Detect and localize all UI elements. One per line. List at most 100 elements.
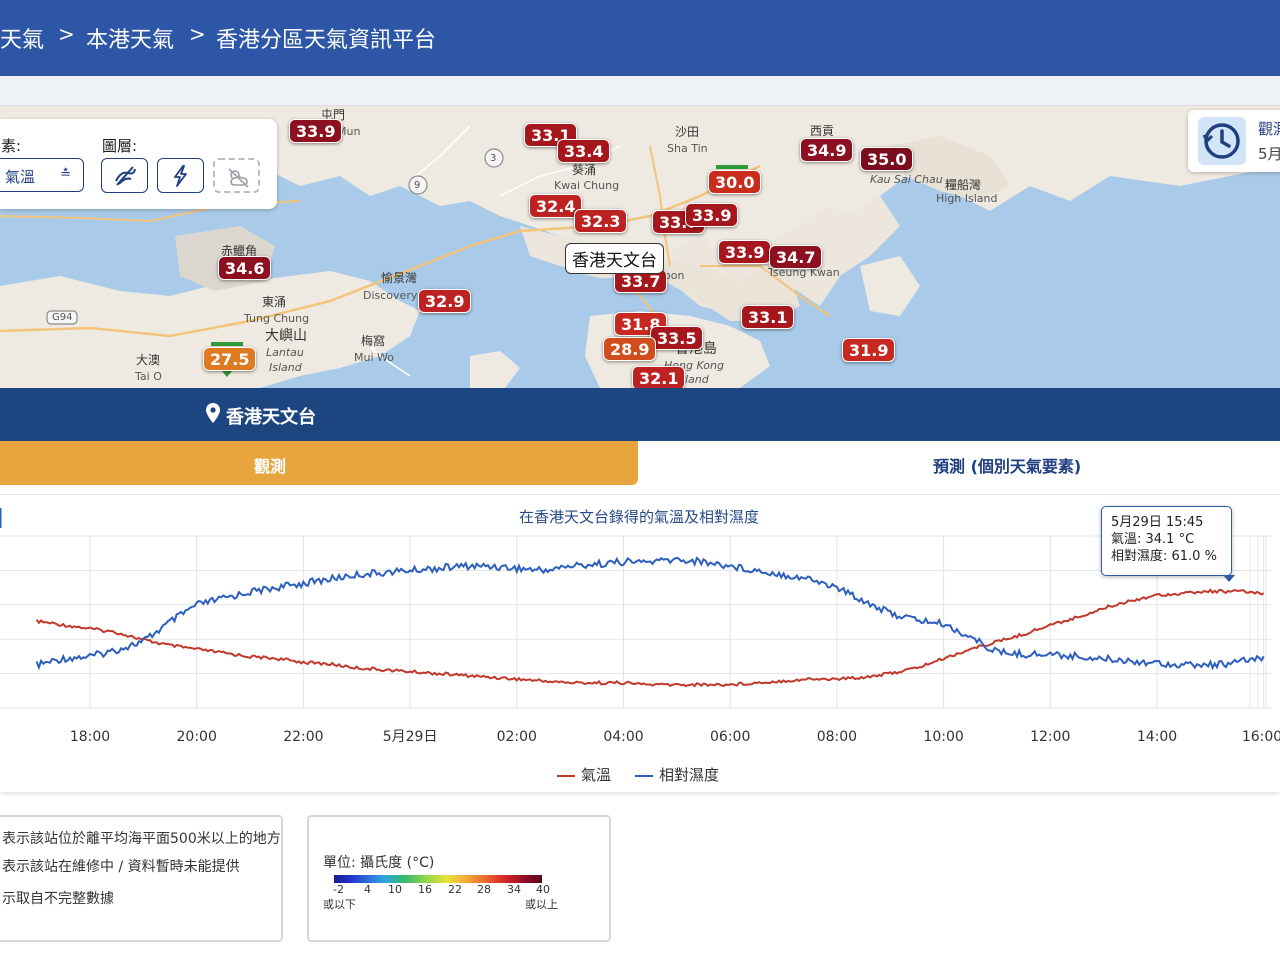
tab-forecast[interactable]: 預測 (個別天氣要素) (638, 441, 1280, 485)
scale-tick: 4 (364, 883, 371, 896)
element-label: 要素: (0, 137, 22, 155)
temperature-scale-box: 單位: 攝氏度 (°C) -2 4 10 16 22 28 34 40 或以下 … (307, 815, 611, 942)
temp-tag-station[interactable]: 33.9 (718, 240, 772, 264)
legend-swatch-temperature (557, 774, 575, 777)
temp-tag-sha-tin[interactable]: 30.0 (708, 170, 762, 194)
selected-station-pin[interactable]: 香港天文台 (565, 243, 664, 274)
x-tick-label: 14:00 (1137, 729, 1177, 745)
marker-underline (716, 165, 748, 169)
observation-card-subtitle: 5月 (1258, 145, 1280, 163)
road-marker-9: 9 (414, 180, 421, 191)
breadcrumb-separator: > (189, 22, 206, 46)
road-marker-g94: G94 (52, 312, 73, 323)
scale-tick: 22 (448, 883, 462, 896)
label-sai-kung: 西貢 (810, 124, 835, 138)
lightning-layer-icon (174, 165, 187, 187)
temp-tag-discovery-bay[interactable]: 32.9 (418, 289, 472, 313)
x-tick-label: 20:00 (177, 729, 217, 745)
scale-tick: 10 (388, 883, 402, 896)
app-root: 天氣 > 本港天氣 > 香港分區天氣資訊平台 3 9 G94 屯門 Mun 沙田… (0, 0, 1280, 960)
scale-tick: 16 (418, 883, 432, 896)
temperature-humidity-chart[interactable]: 18:00 20:00 22:00 5月29日 02:00 04:00 06:00 08:00… (0, 500, 1280, 760)
observation-history-card[interactable]: 觀測 5月 (1188, 110, 1280, 172)
scale-tick: -2 (333, 883, 344, 896)
x-tick-label: 18:00 (70, 729, 110, 745)
observation-card-title: 觀測 (1258, 120, 1280, 138)
label-sha-tin-en: Sha Tin (667, 142, 708, 155)
scale-tick: 34 (507, 883, 521, 896)
history-clock-icon (1198, 117, 1246, 165)
temp-tag-station[interactable]: 31.9 (842, 338, 896, 362)
sub-bar (0, 76, 1280, 106)
chevron-down-icon: ≛ (60, 167, 71, 182)
label-lantau: 大嶼山 (265, 328, 307, 344)
temp-tag-station[interactable]: 32.1 (632, 366, 686, 388)
tooltip-arrow (1223, 575, 1235, 582)
breadcrumb-local-weather[interactable]: 本港天氣 (86, 22, 174, 54)
wind-layer-icon (115, 166, 136, 186)
note-maintenance: 表示該站在維修中 / 資料暫時未能提供 (2, 859, 240, 875)
temp-tag-station[interactable]: 32.3 (574, 209, 628, 233)
tooltip-humidity: 相對濕度: 61.0 % (1111, 549, 1217, 564)
x-tick-label: 12:00 (1030, 729, 1070, 745)
road-marker-3: 3 (490, 153, 497, 164)
temp-tag-sai-kung[interactable]: 34.9 (800, 138, 854, 162)
temp-tag-station[interactable]: 35.0 (860, 147, 914, 171)
legend-item-temperature[interactable]: 氣溫 (557, 764, 611, 785)
note-incomplete-data: 示取自不完整數據 (2, 891, 114, 907)
temp-tag-station[interactable]: 34.7 (769, 245, 823, 269)
station-name: 香港天文台 (226, 407, 316, 428)
wind-layer-button[interactable] (101, 158, 148, 193)
x-tick-label: 04:00 (603, 729, 643, 745)
temp-tag-station[interactable]: 33.5 (650, 326, 704, 350)
tooltip-time: 5月29日 15:45 (1111, 515, 1204, 530)
tab-observation-label: 觀測 (254, 457, 287, 476)
notes-box: 表示該站位於離平均海平面500米以上的地方 表示該站在維修中 / 資料暫時未能提… (0, 815, 283, 942)
x-tick-label: 5月29日 (383, 729, 438, 745)
marker-underline (211, 342, 243, 346)
element-select[interactable]: 氣溫 ≛ (0, 158, 84, 192)
weather-layer-button[interactable] (213, 158, 260, 193)
label-mui-wo: 梅窩 (361, 334, 386, 348)
label-high-island: 糧船灣 (945, 178, 982, 192)
temp-tag-lantau[interactable]: 27.5 (203, 347, 257, 371)
x-tick-label: 02:00 (497, 729, 537, 745)
temp-tag-station[interactable]: 33.9 (685, 203, 739, 227)
label-discovery-bay-en: Discovery (363, 289, 418, 302)
breadcrumb-separator: > (58, 22, 75, 46)
label-kowloon: oon (664, 269, 685, 282)
temp-tag-station[interactable]: 33.1 (741, 305, 795, 329)
label-discovery-bay: 愉景灣 (381, 271, 418, 285)
x-tick-label: 08:00 (817, 729, 857, 745)
tab-observation[interactable]: 觀測 (0, 441, 638, 485)
x-tick-label: 10:00 (923, 729, 963, 745)
tooltip-temperature: 氣溫: 34.1 °C (1111, 532, 1195, 547)
scale-low-label: 或以下 (323, 898, 356, 911)
label-tai-o-en: Tai O (135, 370, 162, 383)
map-control-panel: 要素: 圖層: 氣溫 ≛ (0, 119, 277, 209)
label-lantau-en-2: Island (269, 361, 302, 374)
x-tick-label: 06:00 (710, 729, 750, 745)
label-tung-chung-en: Tung Chung (244, 312, 310, 325)
temp-tag-station[interactable]: 28.9 (603, 337, 657, 361)
legend-item-humidity[interactable]: 相對濕度 (635, 764, 719, 785)
legend-label-temperature: 氣溫 (581, 766, 612, 784)
temp-tag-tuen-mun[interactable]: 33.9 (289, 119, 343, 143)
label-high-island-en: High Island (936, 192, 998, 205)
x-tick-label: 22:00 (283, 729, 323, 745)
scale-high-label: 或以上 (525, 898, 558, 911)
weather-layer-icon (228, 168, 249, 188)
tab-forecast-label: 預測 (個別天氣要素) (933, 457, 1082, 476)
scale-unit-label: 單位: 攝氏度 (°C) (323, 855, 435, 871)
breadcrumb-weather[interactable]: 天氣 (0, 22, 44, 54)
temp-tag-chek-lap-kok[interactable]: 34.6 (218, 256, 272, 280)
legend-label-humidity: 相對濕度 (659, 766, 720, 784)
label-lantau-en-1: Lantau (266, 346, 304, 359)
temp-tag-station[interactable]: 33.4 (557, 139, 611, 163)
station-band: 香港天文台 (0, 388, 1280, 441)
layer-label: 圖層: (102, 137, 138, 155)
lightning-layer-button[interactable] (157, 158, 204, 193)
legend-swatch-humidity (635, 774, 653, 777)
breadcrumb-district-platform: 香港分區天氣資訊平台 (216, 28, 437, 53)
label-mui-wo-en: Mui Wo (354, 351, 394, 364)
